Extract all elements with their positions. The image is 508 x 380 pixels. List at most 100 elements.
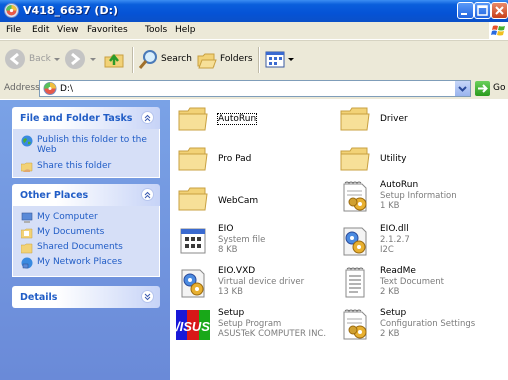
forward-arrow-icon xyxy=(65,49,85,69)
network-places-icon xyxy=(21,257,33,269)
windows-logo-icon xyxy=(489,22,508,39)
menu-help[interactable]: Help xyxy=(175,25,196,35)
views-icon xyxy=(265,51,285,68)
file-type: Virtual device driver xyxy=(218,277,305,287)
folders-icon xyxy=(197,53,217,69)
file-name: AutoRun xyxy=(380,180,419,190)
folder-icon xyxy=(340,147,370,171)
window-title: V418_6637 (D:) xyxy=(23,4,119,17)
menu-view[interactable]: View xyxy=(57,25,78,35)
file-size: 13 KB xyxy=(218,287,243,297)
globe-icon xyxy=(21,135,33,147)
setup-info-icon xyxy=(343,181,367,212)
file-size: I2C xyxy=(380,245,394,255)
menu-file[interactable]: File xyxy=(6,25,21,35)
file-name: Setup xyxy=(380,308,407,318)
file-item[interactable]: Driver xyxy=(338,102,488,136)
file-list-area: AutoRun Driver Pro Pad Utility WebCam Au… xyxy=(170,100,508,380)
collapse-chevron-icon[interactable] xyxy=(141,111,154,124)
address-dropdown-button[interactable] xyxy=(454,81,470,96)
menu-bar: File Edit View Favorites Tools Help xyxy=(0,22,508,40)
title-bar: V418_6637 (D:) xyxy=(0,0,508,22)
file-size: 2 KB xyxy=(380,329,400,339)
place-label: My Documents xyxy=(37,227,105,237)
minimize-button[interactable] xyxy=(457,2,474,19)
file-size: 8 KB xyxy=(218,245,238,255)
shared-folder-icon xyxy=(21,162,33,172)
file-item[interactable]: ReadMe Text Document 2 KB xyxy=(338,266,488,302)
back-dropdown-icon[interactable] xyxy=(54,58,60,61)
views-dropdown-icon[interactable] xyxy=(288,58,294,61)
chevron-down-icon xyxy=(458,86,467,92)
panel-title: Other Places xyxy=(20,190,89,201)
file-item[interactable]: AutoRun Setup Information 1 KB xyxy=(338,180,488,216)
back-label: Back xyxy=(29,54,51,64)
task-pane: File and Folder Tasks Publish this folde… xyxy=(0,100,170,380)
back-button[interactable]: Back xyxy=(4,48,52,72)
panel-title: Details xyxy=(20,292,58,303)
file-folder-tasks-panel: File and Folder Tasks Publish this folde… xyxy=(12,107,160,178)
file-item[interactable]: Pro Pad xyxy=(176,142,326,176)
file-item[interactable]: Utility xyxy=(338,142,488,176)
file-item[interactable]: EIO.dll 2.1.2.7 I2C xyxy=(338,224,488,260)
search-button[interactable]: Search xyxy=(137,48,192,72)
address-input[interactable]: D:\ xyxy=(39,80,471,97)
place-label: My Network Places xyxy=(37,257,123,267)
config-icon xyxy=(343,309,367,340)
address-value: D:\ xyxy=(60,84,73,94)
minimize-icon xyxy=(461,13,467,15)
folder-icon xyxy=(178,147,208,171)
file-size: 1 KB xyxy=(380,201,400,211)
details-panel: Details xyxy=(12,286,160,308)
go-label[interactable]: Go xyxy=(493,83,505,93)
file-name: EIO.VXD xyxy=(218,266,256,276)
place-label: My Computer xyxy=(37,212,98,222)
folders-label: Folders xyxy=(220,54,253,64)
system-file-icon xyxy=(180,228,206,254)
menu-tools[interactable]: Tools xyxy=(145,25,167,35)
maximize-button[interactable] xyxy=(474,2,491,19)
file-name: WebCam xyxy=(218,196,259,206)
file-item[interactable]: /ISUS Setup Setup Program ASUSTeK COMPUT… xyxy=(176,308,326,344)
file-type: System file xyxy=(218,235,266,245)
close-button[interactable] xyxy=(491,2,508,19)
panel-body: My Computer My Documents Shared Document… xyxy=(12,206,160,277)
file-name: Driver xyxy=(380,114,408,124)
address-label: Address xyxy=(4,83,40,93)
panel-header[interactable]: File and Folder Tasks xyxy=(12,107,160,129)
panel-header[interactable]: Details xyxy=(12,286,160,308)
folder-icon xyxy=(178,187,208,211)
file-company: ASUSTeK COMPUTER INC. xyxy=(218,329,327,339)
panel-header[interactable]: Other Places xyxy=(12,184,160,206)
panel-body: Publish this folder to the Web Share thi… xyxy=(12,129,160,178)
dll-icon xyxy=(343,227,367,256)
my-computer-icon xyxy=(21,212,33,223)
file-type: 2.1.2.7 xyxy=(380,235,410,245)
my-documents-icon xyxy=(21,228,33,239)
file-item[interactable]: EIO.VXD Virtual device driver 13 KB xyxy=(176,266,326,302)
forward-dropdown-icon[interactable] xyxy=(90,58,96,61)
up-folder-button[interactable] xyxy=(103,48,127,72)
back-arrow-icon xyxy=(5,49,25,69)
file-name: ReadMe xyxy=(380,266,416,276)
file-item[interactable]: WebCam xyxy=(176,182,326,216)
file-item[interactable]: EIO System file 8 KB xyxy=(176,224,326,260)
file-item[interactable]: AutoRun xyxy=(176,102,326,136)
asus-setup-icon: /ISUS xyxy=(176,310,210,340)
search-label: Search xyxy=(161,54,192,64)
expand-chevron-icon[interactable] xyxy=(141,290,154,303)
address-bar: Address D:\ Go xyxy=(0,79,508,99)
task-label: Share this folder xyxy=(37,161,112,171)
folders-button[interactable]: Folders xyxy=(196,48,256,72)
menu-favorites[interactable]: Favorites xyxy=(87,25,128,35)
menu-edit[interactable]: Edit xyxy=(32,25,49,35)
collapse-chevron-icon[interactable] xyxy=(141,188,154,201)
file-type: Text Document xyxy=(380,277,444,287)
vxd-icon xyxy=(181,269,205,298)
close-icon xyxy=(495,6,504,15)
shared-documents-icon xyxy=(21,243,33,254)
go-button[interactable] xyxy=(475,81,490,96)
toolbar: Back Search Folders xyxy=(0,40,508,80)
file-name: EIO.dll xyxy=(380,224,409,234)
file-item[interactable]: Setup Configuration Settings 2 KB xyxy=(338,308,488,344)
